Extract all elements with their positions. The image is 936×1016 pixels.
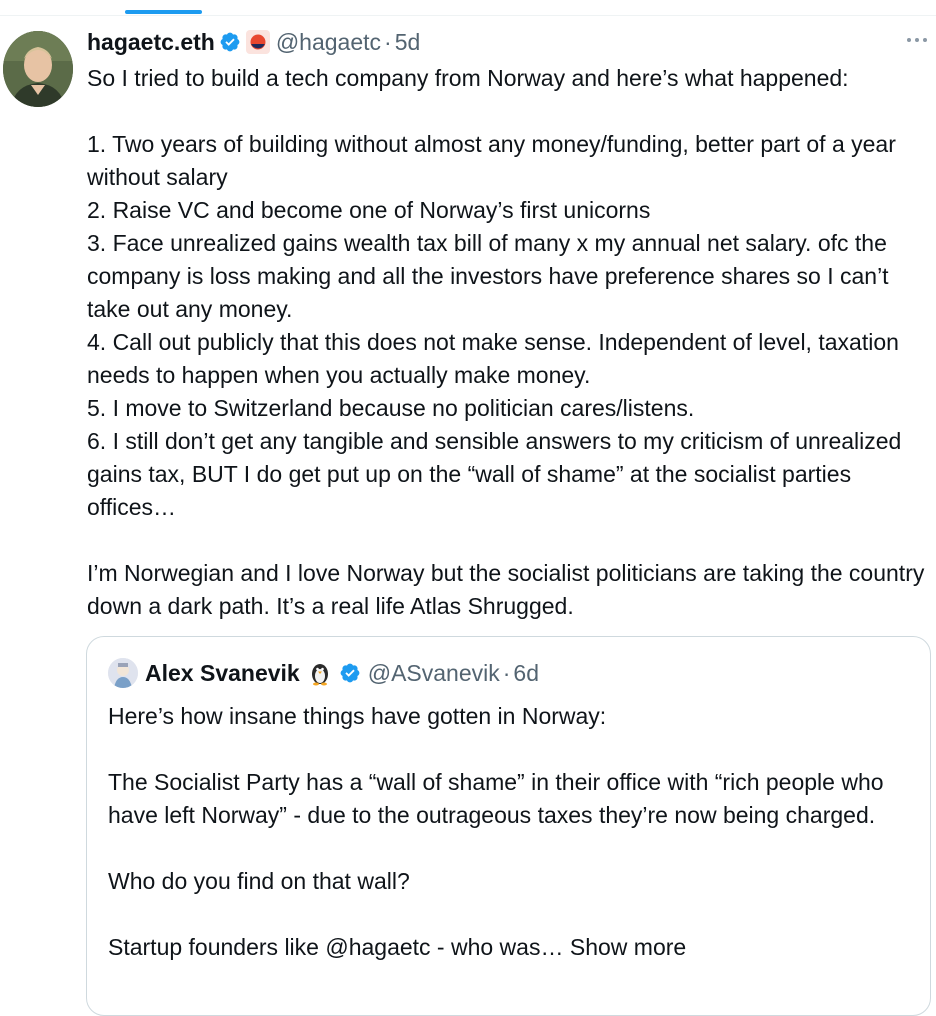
penguin-emoji-icon — [311, 664, 328, 686]
timestamp[interactable]: 5d — [395, 26, 421, 58]
more-options-icon[interactable] — [905, 34, 929, 46]
quoted-timestamp: 6d — [513, 660, 539, 686]
tweet-text: So I tried to build a tech company from … — [87, 65, 925, 619]
quoted-tweet-card[interactable]: Alex Svanevik @ASvanevik · 6d Here’s how… — [86, 636, 931, 1016]
quoted-tweet-text: Here’s how insane things have gotten in … — [108, 700, 908, 964]
active-tab-indicator — [125, 10, 202, 14]
separator-dot: · — [502, 660, 511, 686]
display-name[interactable]: hagaetc.eth — [87, 26, 215, 58]
handle[interactable]: @hagaetc — [276, 26, 381, 58]
quoted-display-name[interactable]: Alex Svanevik — [145, 657, 300, 689]
verified-badge-icon — [340, 663, 360, 683]
divider — [0, 15, 936, 16]
tweet-header: hagaetc.eth @hagaetc · 5d — [87, 26, 420, 58]
quoted-tweet-header: Alex Svanevik @ASvanevik · 6d — [108, 657, 539, 689]
separator-dot: · — [384, 29, 392, 55]
avatar[interactable] — [3, 31, 73, 107]
quoted-avatar[interactable] — [108, 658, 138, 688]
quoted-tweet-body: Here’s how insane things have gotten in … — [108, 703, 884, 960]
affiliate-logo-icon[interactable] — [245, 30, 270, 54]
quoted-handle[interactable]: @ASvanevik — [368, 657, 500, 689]
show-more-link[interactable]: Show more — [570, 934, 686, 960]
verified-badge-icon — [220, 32, 240, 52]
